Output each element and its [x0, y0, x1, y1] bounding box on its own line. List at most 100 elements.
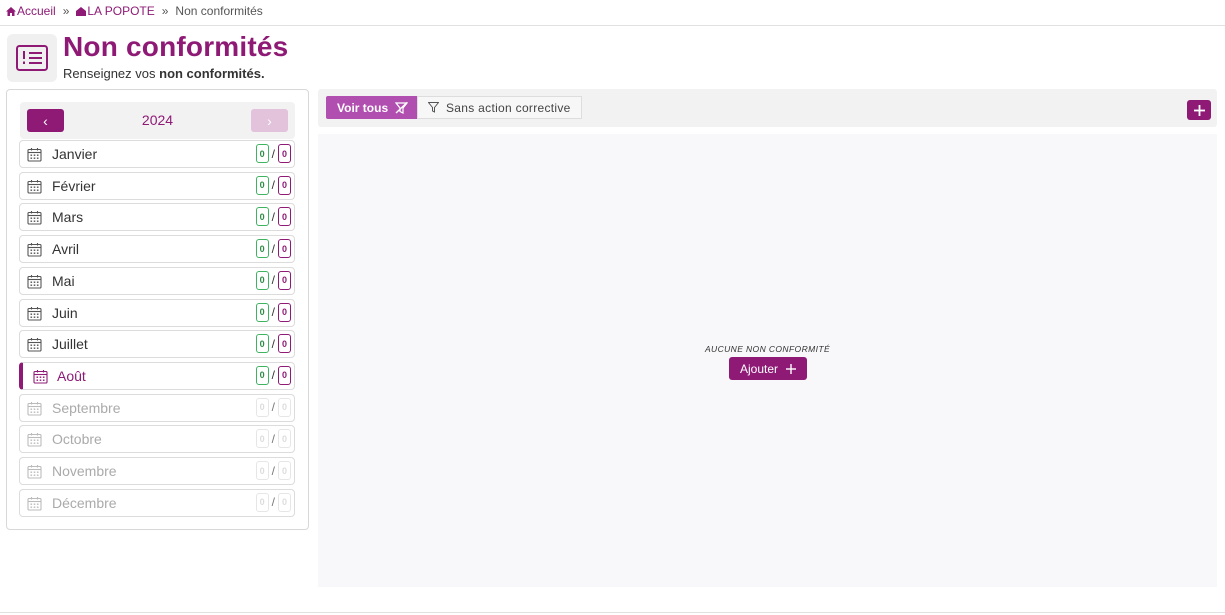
total-count-badge: 0 — [278, 461, 291, 480]
calendar-icon — [27, 306, 42, 321]
resolved-count-badge: 0 — [255, 239, 269, 259]
page-subtitle-text: Renseignez vos — [63, 66, 156, 81]
month-panel: ‹ 2024 › Janvier 0/0 Février 0/0 Mars 0/0 Avri… — [6, 89, 309, 530]
month-label: Décembre — [52, 494, 117, 511]
count-separator: / — [271, 400, 275, 415]
month-item[interactable]: Avril 0/0 — [19, 235, 295, 264]
breadcrumb: Accueil » LA POPOTE » Non conformités — [6, 4, 263, 18]
count-separator: / — [271, 336, 275, 351]
count-separator: / — [271, 146, 275, 161]
resolved-count-badge: 0 — [255, 175, 269, 195]
count-separator: / — [271, 463, 275, 478]
month-counts: 0/0 — [255, 492, 291, 512]
calendar-icon — [27, 179, 42, 194]
calendar-icon — [33, 369, 48, 384]
next-year-button[interactable]: › — [251, 109, 288, 132]
month-label: Septembre — [52, 399, 121, 416]
total-count-badge: 0 — [278, 270, 291, 290]
breadcrumb-establishment-label: LA POPOTE — [87, 4, 155, 18]
month-counts: 0/0 — [255, 239, 291, 259]
nonconformity-list: AUCUNE NON CONFORMITÉ Ajouter — [318, 134, 1217, 587]
month-label: Janvier — [52, 146, 98, 162]
month-counts: 0/0 — [255, 397, 291, 417]
building-icon — [76, 6, 87, 16]
month-item[interactable]: Mars 0/0 — [19, 203, 295, 232]
breadcrumb-separator: » — [161, 4, 169, 18]
month-label: Mars — [52, 209, 84, 226]
filter-off-icon — [395, 101, 409, 114]
month-label: Août — [57, 367, 86, 384]
month-label: Février — [52, 177, 96, 194]
total-count-badge: 0 — [278, 207, 291, 227]
breadcrumb-establishment-link[interactable]: LA POPOTE — [76, 4, 155, 18]
home-icon — [6, 6, 16, 16]
month-counts: 0/0 — [255, 334, 291, 354]
month-label: Octobre — [52, 431, 102, 448]
page-subtitle-bold: non conformités. — [159, 66, 265, 81]
calendar-icon — [27, 211, 42, 225]
total-count-badge: 0 — [278, 397, 291, 417]
month-item[interactable]: Septembre 0/0 — [19, 393, 295, 422]
add-button[interactable]: Ajouter — [729, 357, 807, 380]
add-nonconformity-button[interactable] — [1187, 100, 1211, 120]
breadcrumb-home-link[interactable]: Accueil — [6, 4, 56, 18]
empty-state-message: AUCUNE NON CONFORMITÉ — [704, 344, 831, 354]
calendar-icon — [27, 148, 42, 162]
breadcrumb-separator: » — [62, 4, 70, 18]
page-title: Non conformités — [63, 31, 289, 62]
calendar-icon — [27, 465, 42, 479]
calendar-icon — [27, 433, 42, 447]
month-counts: 0/0 — [255, 429, 291, 449]
chevron-right-icon: › — [267, 112, 272, 129]
month-item[interactable]: Juin 0/0 — [19, 298, 295, 327]
month-item[interactable]: Février 0/0 — [19, 171, 295, 200]
count-separator: / — [271, 368, 275, 383]
add-button-label: Ajouter — [739, 361, 779, 376]
count-separator: / — [271, 209, 275, 224]
resolved-count-badge: 0 — [255, 270, 269, 290]
count-separator: / — [271, 273, 275, 288]
month-item[interactable]: Octobre 0/0 — [19, 425, 295, 454]
year-selector: ‹ 2024 › — [20, 102, 295, 139]
month-label: Juin — [52, 304, 78, 321]
month-counts: 0/0 — [255, 461, 291, 480]
month-label: Juillet — [52, 336, 88, 353]
resolved-count-badge: 0 — [255, 365, 269, 385]
total-count-badge: 0 — [278, 144, 291, 163]
resolved-count-badge: 0 — [255, 429, 269, 449]
filter-icon — [428, 102, 439, 113]
month-counts: 0/0 — [255, 144, 291, 163]
calendar-icon — [27, 243, 42, 257]
page-subtitle: Renseignez vos non conformités. — [63, 66, 265, 81]
month-item[interactable]: Novembre 0/0 — [19, 457, 295, 485]
month-item[interactable]: Janvier 0/0 — [19, 140, 295, 168]
calendar-icon — [27, 496, 42, 511]
count-separator: / — [271, 241, 275, 256]
total-count-badge: 0 — [278, 492, 291, 512]
month-item[interactable]: Août 0/0 — [19, 361, 295, 390]
resolved-count-badge: 0 — [255, 144, 269, 163]
resolved-count-badge: 0 — [255, 397, 269, 417]
breadcrumb-current: Non conformités — [175, 4, 263, 18]
calendar-icon — [27, 274, 42, 289]
header-divider — [0, 25, 1225, 26]
resolved-count-badge: 0 — [255, 207, 269, 227]
month-label: Mai — [52, 272, 75, 289]
calendar-icon — [27, 338, 42, 352]
month-item[interactable]: Décembre 0/0 — [19, 488, 295, 517]
filter-toolbar: Voir tous Sans action corrective — [318, 89, 1217, 127]
list-alert-icon — [7, 34, 57, 82]
month-counts: 0/0 — [255, 365, 291, 385]
breadcrumb-home-label: Accueil — [17, 4, 56, 18]
count-separator: / — [271, 305, 275, 319]
plus-icon — [1193, 104, 1205, 116]
resolved-count-badge: 0 — [255, 461, 269, 480]
show-all-label: Voir tous — [337, 100, 389, 115]
total-count-badge: 0 — [278, 365, 291, 385]
month-counts: 0/0 — [255, 175, 291, 195]
month-item[interactable]: Juillet 0/0 — [19, 330, 295, 359]
no-corrective-action-filter[interactable]: Sans action corrective — [417, 96, 582, 119]
plus-icon — [786, 363, 797, 374]
show-all-button[interactable]: Voir tous — [326, 96, 420, 119]
month-item[interactable]: Mai 0/0 — [19, 266, 295, 295]
